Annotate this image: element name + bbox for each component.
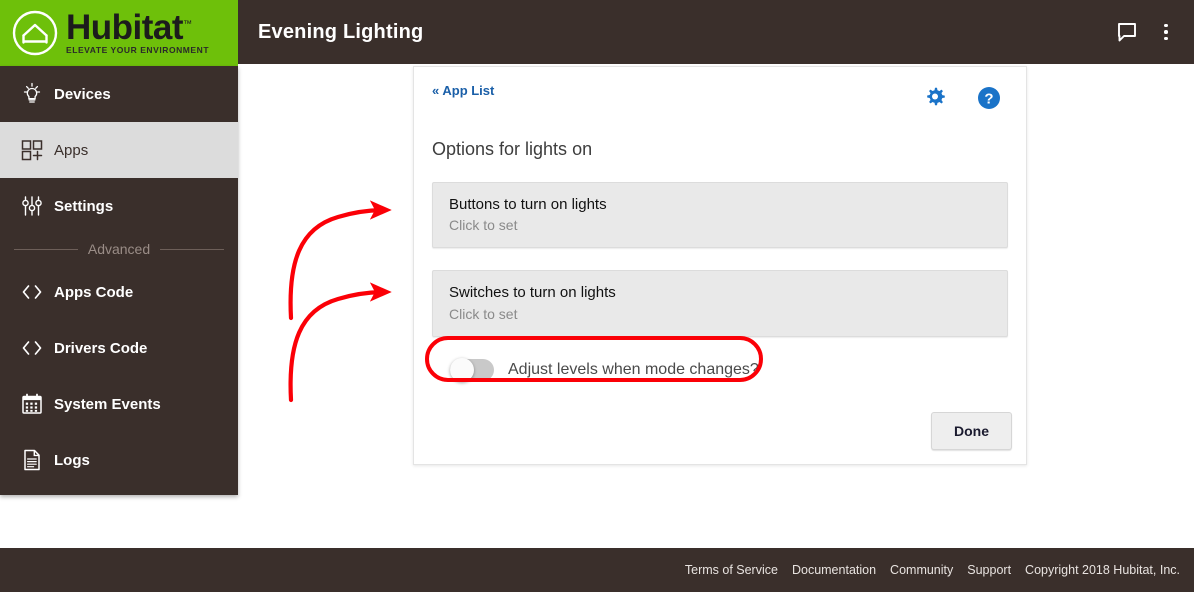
adjust-levels-toggle[interactable] <box>450 357 494 382</box>
field-switches-to-turn-on-lights[interactable]: Switches to turn on lights Click to set <box>432 270 1008 337</box>
options-heading: Options for lights on <box>432 139 593 159</box>
toggle-knob <box>450 357 474 382</box>
trademark-mark: ™ <box>183 18 192 29</box>
field-title: Buttons to turn on lights <box>449 196 607 213</box>
house-in-circle-icon <box>10 8 60 58</box>
separator-label: Advanced <box>87 241 151 257</box>
app-list-back-link[interactable]: « App List <box>432 83 494 98</box>
adjust-levels-toggle-row: Adjust levels when mode changes? <box>450 357 1026 382</box>
separator-line-left <box>14 248 78 250</box>
svg-text:?: ? <box>984 90 993 107</box>
gear-icon[interactable] <box>922 85 948 111</box>
sidebar-item-logs[interactable]: Logs <box>0 432 238 488</box>
calendar-icon <box>14 391 50 417</box>
sidebar-separator-advanced: Advanced <box>0 234 238 264</box>
app-options-card: « App List ? Options for lights on Butto… <box>413 66 1027 465</box>
curved-arrow-to-buttons-field <box>288 200 392 321</box>
card-header-icons: ? <box>922 85 1002 111</box>
sidebar-nav: Devices Apps Settings Advanced Apps Code… <box>0 66 238 495</box>
footer-copyright: Copyright 2018 Hubitat, Inc. <box>1025 563 1180 577</box>
sidebar-item-label: System Events <box>54 395 161 413</box>
apps-grid-plus-icon <box>14 137 50 163</box>
top-bar: Evening Lighting <box>238 0 1194 64</box>
sidebar-item-system-events[interactable]: System Events <box>0 376 238 432</box>
field-hint: Click to set <box>449 217 518 234</box>
sidebar-item-label: Apps <box>54 141 89 159</box>
sidebar-item-devices[interactable]: Devices <box>0 66 238 122</box>
card-header: « App List ? <box>414 67 1026 111</box>
sidebar-item-label: Drivers Code <box>54 339 148 357</box>
sidebar-item-settings[interactable]: Settings <box>0 178 238 234</box>
footer-link-terms-of-service[interactable]: Terms of Service <box>685 563 778 577</box>
curved-arrow-to-switches-field <box>288 282 392 403</box>
speech-bubble-icon[interactable] <box>1114 19 1140 45</box>
lightbulb-icon <box>14 81 50 107</box>
footer-link-documentation[interactable]: Documentation <box>792 563 876 577</box>
separator-line-right <box>160 248 224 250</box>
sidebar-item-apps-code[interactable]: Apps Code <box>0 264 238 320</box>
sidebar-item-label: Settings <box>54 197 114 215</box>
code-brackets-icon <box>14 335 50 361</box>
top-bar-actions <box>1114 19 1176 45</box>
sidebar-item-apps[interactable]: Apps <box>0 122 238 178</box>
kebab-menu-icon[interactable] <box>1156 20 1176 44</box>
hubitat-app-window: Hubitat™ ELEVATE YOUR ENVIRONMENT Evenin… <box>0 0 1194 592</box>
field-buttons-to-turn-on-lights[interactable]: Buttons to turn on lights Click to set <box>432 182 1008 249</box>
adjust-levels-toggle-label: Adjust levels when mode changes? <box>508 360 759 378</box>
brand-logo-block[interactable]: Hubitat™ ELEVATE YOUR ENVIRONMENT <box>0 0 238 66</box>
done-button[interactable]: Done <box>931 412 1012 450</box>
brand-wordmark: Hubitat™ <box>66 7 192 47</box>
sidebar-item-label: Apps Code <box>54 283 134 301</box>
field-hint: Click to set <box>449 305 518 322</box>
sidebar-item-label: Logs <box>54 451 90 469</box>
document-lines-icon <box>14 447 50 473</box>
sidebar-item-drivers-code[interactable]: Drivers Code <box>0 320 238 376</box>
help-circle-icon[interactable]: ? <box>976 85 1002 111</box>
page-title: Evening Lighting <box>258 20 424 43</box>
field-title: Switches to turn on lights <box>449 284 616 302</box>
footer-link-support[interactable]: Support <box>967 563 1011 577</box>
card-footer-actions: Done <box>931 412 1012 450</box>
sidebar-item-label: Devices <box>54 85 111 103</box>
footer-link-community[interactable]: Community <box>890 563 953 577</box>
footer-links: Terms of Service Documentation Community… <box>685 563 1180 577</box>
page-footer: Terms of Service Documentation Community… <box>0 548 1194 592</box>
code-brackets-icon <box>14 279 50 305</box>
sliders-icon <box>14 193 50 219</box>
